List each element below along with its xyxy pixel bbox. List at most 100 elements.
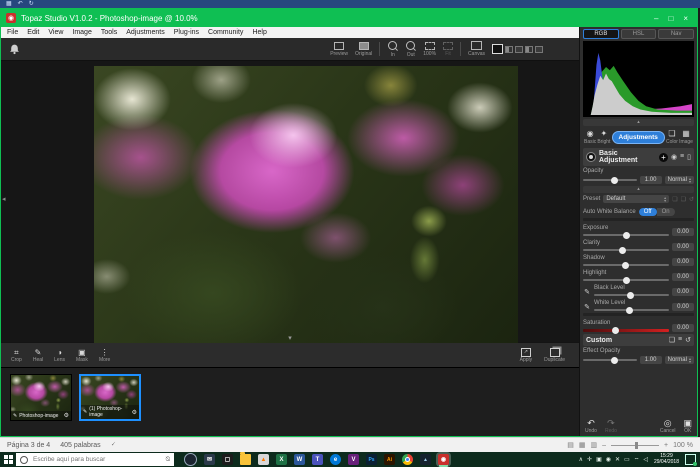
web-layout-icon[interactable]: ▥	[591, 441, 598, 449]
taskbar-icon-store[interactable]: ▢	[222, 454, 233, 465]
shadow-value[interactable]: 0.00	[672, 258, 694, 266]
eyedropper-icon[interactable]: ✎	[583, 288, 591, 296]
bright-mode-button[interactable]: ✦ Bright	[597, 129, 610, 145]
black-level-value[interactable]: 0.00	[672, 288, 694, 296]
view-grid-icon[interactable]	[535, 46, 543, 53]
effect-opacity-value[interactable]: 1.00	[640, 356, 662, 364]
battery-icon[interactable]: ▭	[624, 456, 630, 463]
menu-plugins[interactable]: Plug-ins	[174, 29, 199, 36]
mask-tool-button[interactable]: ▣ Mask	[76, 348, 88, 363]
search-input[interactable]	[31, 455, 163, 464]
zoom-out-button[interactable]: –	[602, 442, 606, 449]
add-adjustment-icon[interactable]: +	[659, 153, 668, 162]
reset-preset-icon[interactable]: ↺	[689, 196, 694, 203]
taskbar-clock[interactable]: 15:29 29/04/2018	[654, 454, 679, 465]
tray-icon[interactable]: ✕	[615, 456, 620, 463]
saturation-slider[interactable]	[583, 329, 669, 332]
tray-icon[interactable]: ✛	[587, 456, 592, 463]
black-level-slider[interactable]	[594, 294, 669, 296]
menu-image[interactable]: Image	[72, 29, 91, 36]
microphone-icon[interactable]: ⍉	[166, 456, 170, 464]
reset-icon[interactable]: ↺	[685, 336, 691, 344]
zoom-percentage[interactable]: 100 %	[673, 442, 693, 449]
volume-icon[interactable]: ◁	[643, 456, 648, 463]
lens-tool-button[interactable]: ◑ Lens	[54, 348, 65, 363]
basic-mode-button[interactable]: ◉ Basic	[584, 129, 596, 145]
ok-button[interactable]: ▣ OK	[683, 419, 692, 434]
delete-trash-icon[interactable]: ▯	[687, 153, 691, 162]
apply-button[interactable]: ↗ Apply	[520, 348, 533, 363]
view-compare-icon[interactable]	[525, 46, 533, 53]
menu-file[interactable]: File	[7, 29, 18, 36]
color-mode-button[interactable]: ❏ Color	[666, 129, 678, 145]
section-collapse-icon[interactable]: ▴	[583, 186, 694, 193]
zoom-in-button[interactable]: In	[387, 40, 398, 58]
notifications-bell-icon[interactable]	[9, 44, 20, 55]
awb-off-option[interactable]: Off	[639, 208, 657, 216]
canvas-button[interactable]: Canvas	[468, 41, 485, 57]
taskbar-icon-teams[interactable]: T	[312, 454, 323, 465]
highlight-slider[interactable]	[583, 279, 669, 281]
layers-icon[interactable]: ❏	[669, 336, 675, 344]
taskbar-icon-photos[interactable]: ▲	[420, 454, 431, 465]
blend-mode-dropdown[interactable]: Normal ▴▾	[665, 176, 694, 184]
menu-view[interactable]: View	[48, 29, 63, 36]
read-mode-icon[interactable]: ▤	[567, 441, 574, 449]
awb-toggle[interactable]: Off On	[639, 208, 675, 216]
gear-icon[interactable]: ⚙	[132, 409, 137, 416]
proofing-icon[interactable]: 🗸	[111, 441, 116, 449]
taskbar-icon-mail[interactable]: ✉	[204, 454, 215, 465]
filmstrip-thumbnail[interactable]: ✎ Photoshop-image ⚙	[10, 374, 72, 421]
save-icon[interactable]: ▦	[6, 0, 12, 8]
menu-hamburger-icon[interactable]: ≡	[678, 336, 682, 344]
menu-edit[interactable]: Edit	[27, 29, 39, 36]
gear-icon[interactable]: ⚙	[64, 412, 69, 419]
left-panel-collapse-icon[interactable]: ◂	[2, 196, 6, 203]
network-icon[interactable]: ⌔	[634, 456, 640, 464]
original-button[interactable]: Original	[355, 42, 372, 57]
crop-tool-button[interactable]: ⌗ Crop	[11, 348, 22, 363]
taskbar-icon-file-explorer[interactable]	[240, 454, 251, 465]
basic-adjustment-header[interactable]: Basic Adjustment + ◉ ≡ ▯	[583, 148, 694, 166]
taskbar-icon-visual-studio[interactable]: V	[348, 454, 359, 465]
save-preset-icon[interactable]: ❏	[672, 196, 677, 203]
taskbar-icon-word[interactable]: W	[294, 454, 305, 465]
undo-icon[interactable]: ↶	[18, 0, 23, 8]
menu-help[interactable]: Help	[252, 29, 266, 36]
page-indicator[interactable]: Página 3 de 4	[7, 442, 50, 449]
exposure-value[interactable]: 0.00	[672, 228, 694, 236]
duplicate-button[interactable]: Duplicate	[544, 348, 565, 363]
taskbar-icon-chrome[interactable]	[402, 454, 413, 465]
zoom-in-button[interactable]: +	[664, 442, 668, 449]
cancel-button[interactable]: ◎ Cancel	[660, 419, 676, 434]
saturation-value[interactable]: 0.00	[672, 324, 694, 332]
start-button[interactable]	[0, 452, 16, 467]
tab-rgb[interactable]: RGB	[583, 29, 619, 39]
custom-blend-dropdown[interactable]: Normal ▴▾	[665, 356, 694, 364]
opacity-value[interactable]: 1.00	[640, 176, 662, 184]
redo-icon[interactable]: ↻	[29, 0, 34, 8]
fit-button[interactable]: Fit	[443, 42, 453, 57]
word-count[interactable]: 405 palabras	[60, 442, 100, 449]
tray-icon[interactable]: ▣	[596, 456, 602, 463]
filmstrip-thumbnail-selected[interactable]: ✎ (1) Photoshop-image ⚙	[79, 374, 141, 421]
more-tools-button[interactable]: ⋮ More	[99, 348, 110, 363]
white-level-value[interactable]: 0.00	[672, 303, 694, 311]
taskbar-icon-vlc[interactable]: ▲	[258, 454, 269, 465]
print-layout-icon[interactable]: ▦	[579, 441, 586, 449]
taskbar-icon-photoshop[interactable]: Ps	[366, 454, 377, 465]
zoom-slider[interactable]	[611, 445, 659, 446]
histogram-collapse-icon[interactable]: ▴	[583, 119, 694, 126]
effect-opacity-slider[interactable]	[583, 359, 637, 361]
action-center-icon[interactable]	[685, 454, 696, 465]
preview-button[interactable]: Preview	[330, 42, 348, 57]
heal-tool-button[interactable]: ✎ Heal	[33, 348, 43, 363]
image-mode-button[interactable]: ▦ Image	[679, 129, 693, 145]
taskbar-icon-cortana[interactable]	[184, 453, 197, 466]
menu-hamburger-icon[interactable]: ≡	[680, 153, 684, 162]
copy-preset-icon[interactable]: ❏	[681, 196, 686, 203]
preset-dropdown[interactable]: Default ▴▾	[603, 195, 669, 203]
taskbar-search[interactable]: ⍉	[16, 453, 174, 466]
tray-icon[interactable]: ◉	[606, 456, 611, 463]
app-titlebar[interactable]: ◉ Topaz Studio V1.0.2 - Photoshop-image …	[1, 9, 697, 27]
